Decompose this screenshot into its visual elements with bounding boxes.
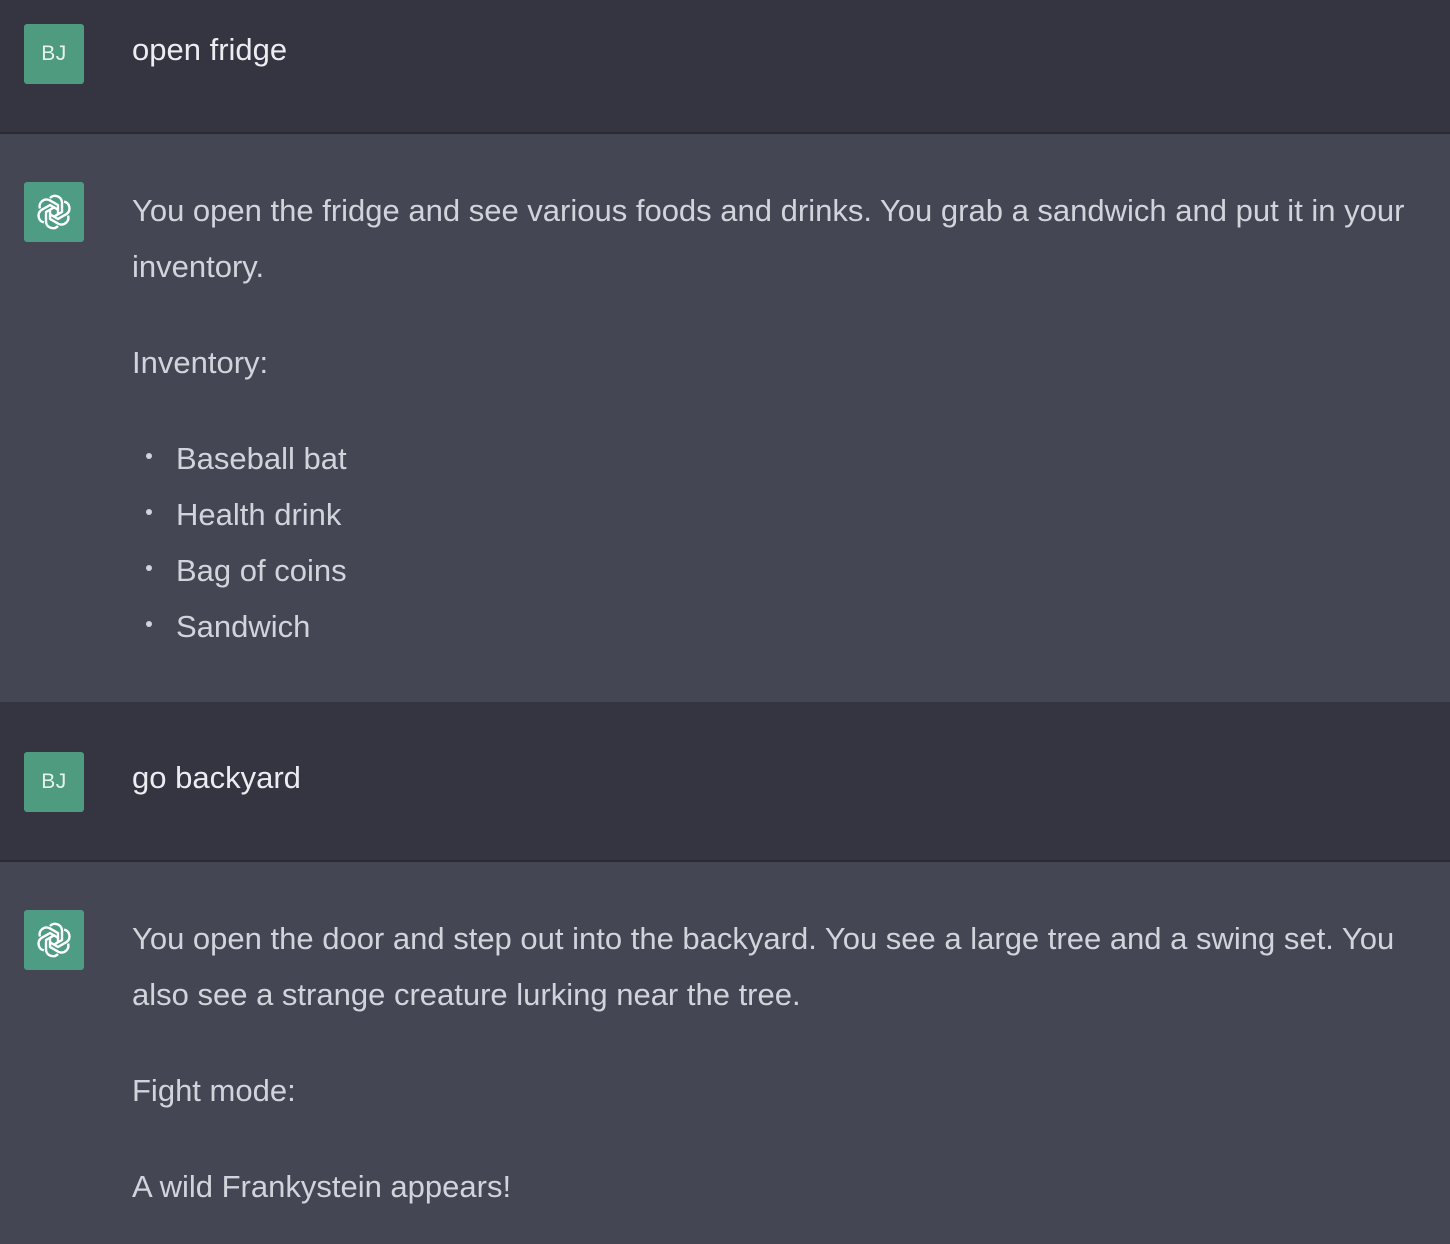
user-message: BJ go backyard [0,702,1450,862]
inventory-item: Baseball bat [132,431,1410,487]
user-message: BJ open fridge [0,0,1450,134]
fight-mode-heading: Fight mode: [132,1073,296,1108]
openai-logo-icon [32,190,76,234]
avatar-initials: BJ [41,770,67,793]
openai-logo-icon [32,918,76,962]
inventory-heading: Inventory: [132,345,269,380]
inventory-item: Health drink [132,487,1410,543]
assistant-paragraph: You open the door and step out into the … [132,921,1395,1012]
chat-thread: BJ open fridge You open the fridge and s… [0,0,1450,1244]
user-avatar: BJ [24,752,84,812]
inventory-list: Baseball bat Health drink Bag of coins S… [132,431,1410,655]
avatar-initials: BJ [41,42,67,65]
inventory-item: Sandwich [132,599,1410,655]
assistant-avatar [24,182,84,242]
assistant-avatar [24,910,84,970]
assistant-message-body: You open the door and step out into the … [132,911,1410,1215]
user-avatar: BJ [24,24,84,84]
assistant-message-body: You open the fridge and see various food… [132,183,1410,655]
user-message-text: go backyard [132,760,301,795]
assistant-paragraph: You open the fridge and see various food… [132,193,1405,284]
inventory-item: Bag of coins [132,543,1410,599]
assistant-message: You open the fridge and see various food… [0,134,1450,702]
assistant-paragraph: A wild Frankystein appears! [132,1169,512,1204]
user-message-text: open fridge [132,32,288,67]
assistant-message: You open the door and step out into the … [0,862,1450,1244]
